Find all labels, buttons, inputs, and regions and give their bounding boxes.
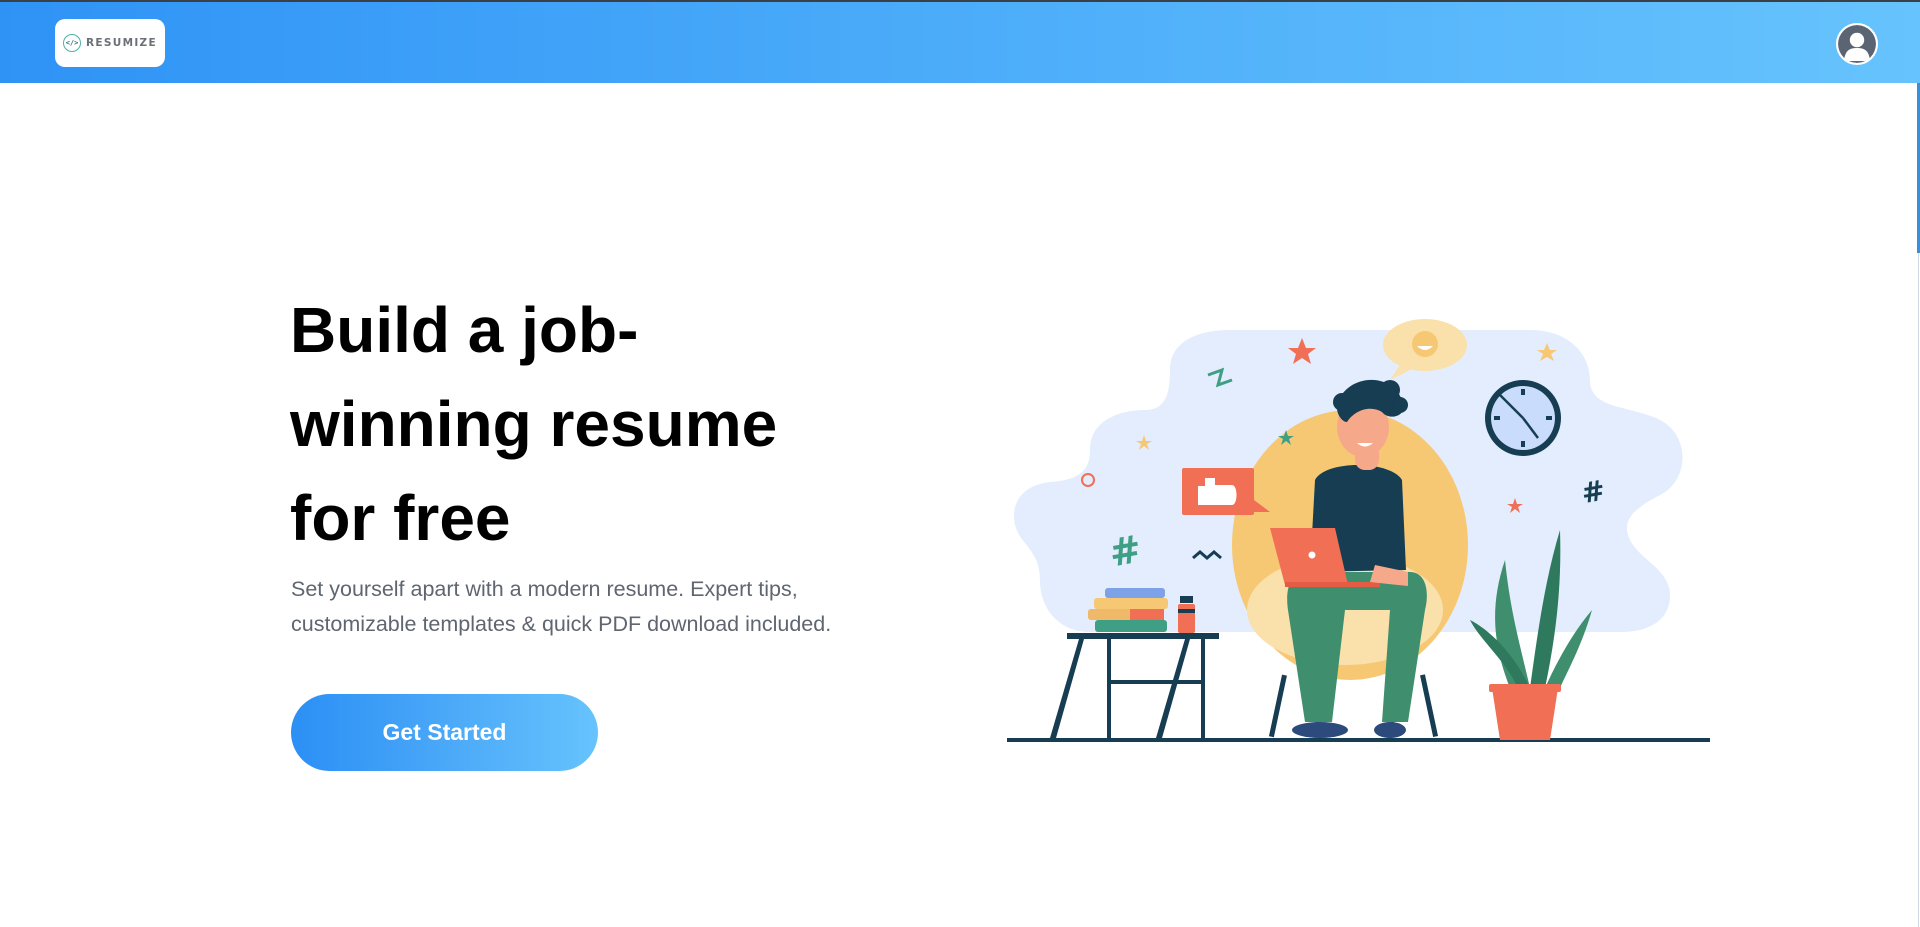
code-logo-icon: </> — [63, 34, 82, 52]
top-navbar: </> RESUMIZE — [0, 2, 1920, 83]
hero-headline: Build a job-winning resume for free — [290, 294, 778, 554]
floor-line — [1007, 738, 1710, 742]
brand-name: RESUMIZE — [86, 37, 157, 49]
hero-subtext: Set yourself apart with a modern resume.… — [291, 577, 832, 636]
user-avatar-icon[interactable] — [1836, 23, 1878, 65]
wall-clock-icon — [1485, 380, 1561, 456]
hero-illustration: # # — [1007, 319, 1710, 742]
side-table — [1050, 633, 1219, 738]
get-started-button[interactable]: Get Started — [291, 694, 598, 771]
brand-logo[interactable]: </> RESUMIZE — [55, 19, 165, 67]
mug — [1178, 596, 1195, 633]
profile-silhouette-icon — [1838, 25, 1876, 63]
